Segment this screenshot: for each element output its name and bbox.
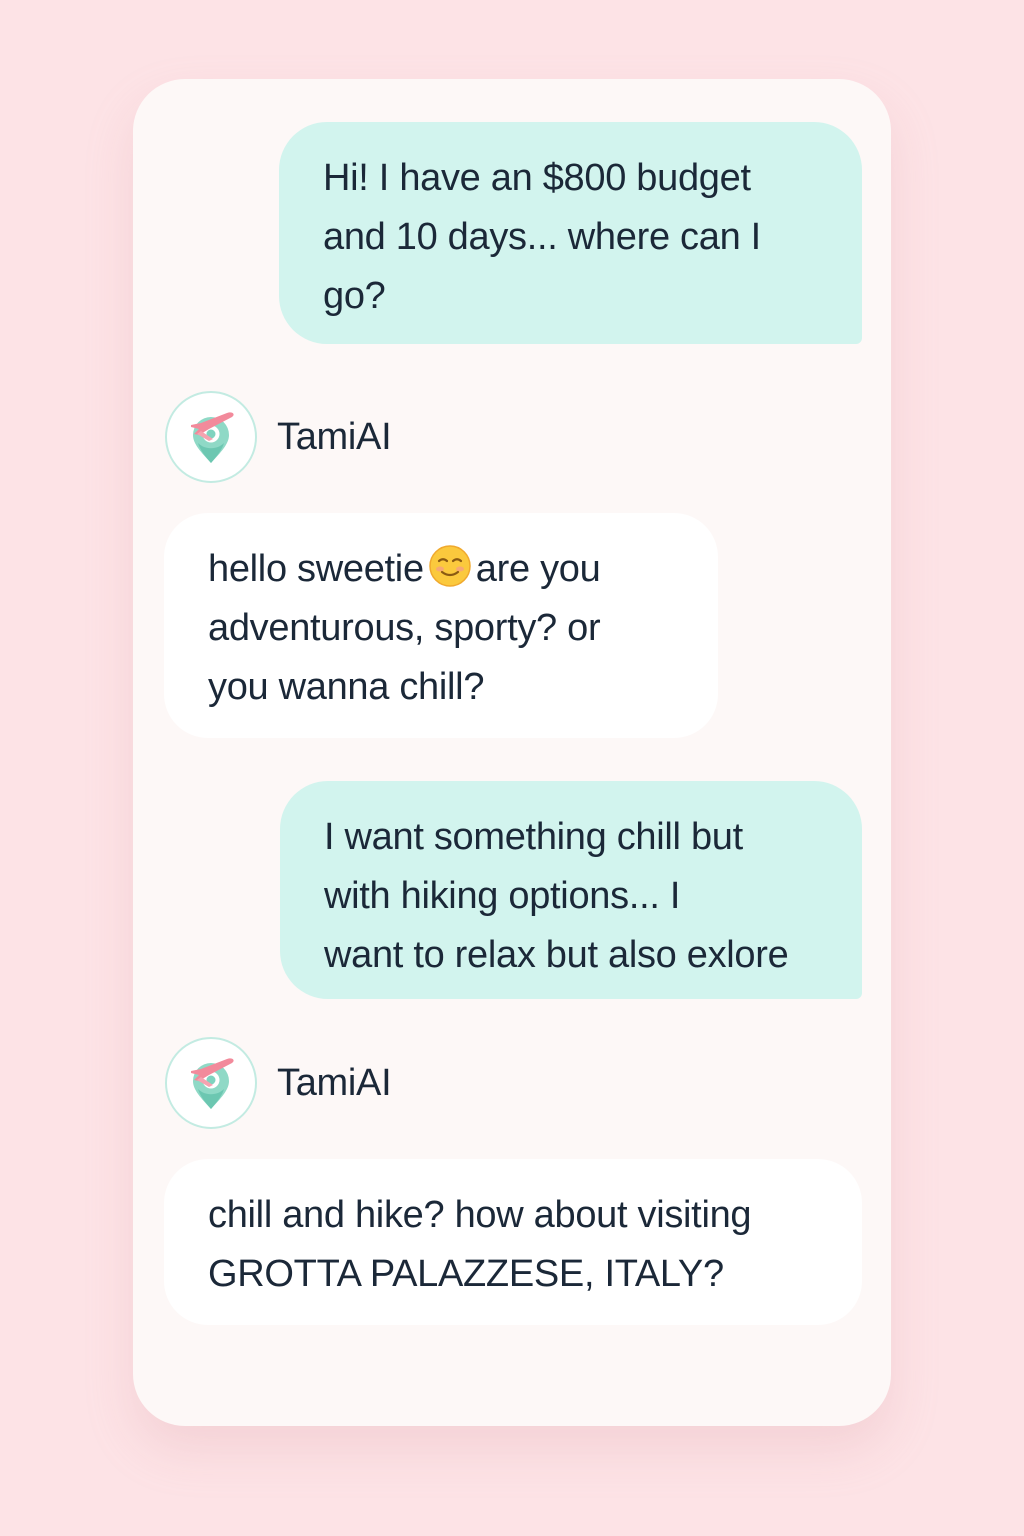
message-line: Hi! I have an $800 budget bbox=[323, 157, 751, 199]
message-line: go? bbox=[323, 275, 386, 317]
message-text: are you bbox=[475, 548, 601, 590]
plane-location-pin-icon bbox=[191, 412, 234, 463]
smiling-face-emoji bbox=[429, 545, 471, 587]
user-message-bubble: Hi! I have an $800 budget and 10 days...… bbox=[279, 122, 862, 344]
message-line: you wanna chill? bbox=[208, 666, 485, 708]
message-line: want to relax but also exlore bbox=[324, 934, 789, 976]
message-line: with hiking options... I bbox=[324, 875, 681, 917]
assistant-header: TamiAI bbox=[165, 1035, 392, 1131]
message-line: I want something chill but bbox=[324, 816, 743, 858]
message-line: adventurous, sporty? or bbox=[208, 607, 601, 649]
message-text: hello sweetie bbox=[208, 548, 424, 590]
user-message-bubble: I want something chill but with hiking o… bbox=[280, 781, 862, 999]
assistant-name: TamiAI bbox=[277, 415, 392, 458]
assistant-message-bubble: chill and hike? how about visiting GROTT… bbox=[164, 1159, 862, 1325]
assistant-name: TamiAI bbox=[277, 1061, 392, 1104]
message-line: and 10 days... where can I bbox=[323, 216, 761, 258]
chat-window: Hi! I have an $800 budget and 10 days...… bbox=[133, 79, 891, 1426]
message-line: GROTTA PALAZZESE, ITALY? bbox=[208, 1253, 724, 1295]
message-line: chill and hike? how about visiting bbox=[208, 1194, 752, 1236]
assistant-avatar bbox=[165, 391, 257, 483]
plane-location-pin-icon bbox=[191, 1058, 234, 1109]
assistant-message-bubble: hello sweetie are you adventurous, sport… bbox=[164, 513, 718, 738]
assistant-header: TamiAI bbox=[165, 389, 392, 485]
assistant-avatar bbox=[165, 1037, 257, 1129]
